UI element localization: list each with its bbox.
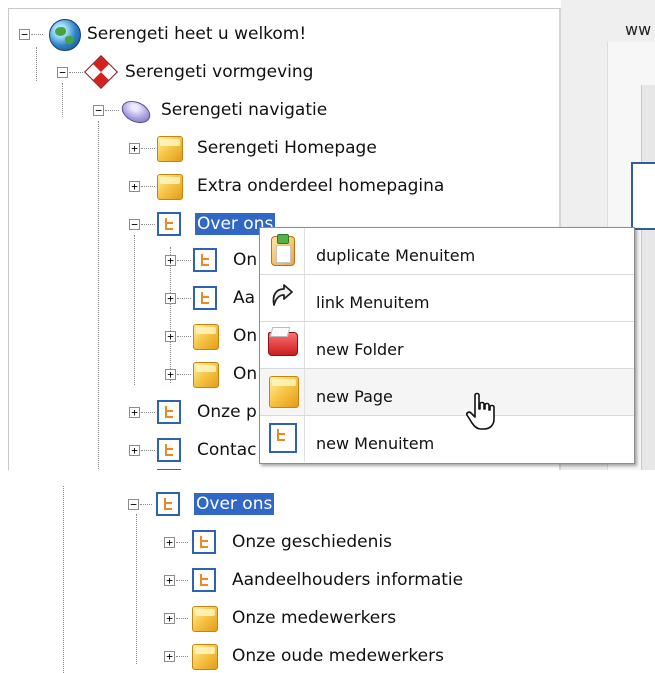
menu-item-link-menuitem[interactable]: link Menuitem: [260, 275, 634, 322]
clipboard-icon: [271, 234, 295, 266]
context-menu: duplicate Menuitem link Menuitem new Fol…: [259, 227, 635, 464]
expand-toggle[interactable]: +: [164, 575, 175, 586]
menuitem-icon: [157, 212, 181, 236]
tree-node-child[interactable]: + Onze oude medewerkers: [0, 641, 540, 671]
page-icon: [157, 136, 183, 162]
expand-toggle[interactable]: +: [165, 369, 176, 380]
tree-node-label: On: [233, 326, 258, 346]
tree-node-label: Aandeelhouders informatie: [232, 570, 464, 590]
tree-node-sibling[interactable]: + Onze p: [9, 397, 269, 427]
preview-inner-frame: [641, 85, 655, 470]
menu-item-new-folder[interactable]: new Folder: [260, 322, 634, 369]
menuitem-icon: [156, 492, 180, 516]
mouse-icon: [118, 96, 154, 128]
menu-item-label: new Menuitem: [316, 434, 435, 453]
page-icon: [192, 644, 218, 670]
tree-node-homepage[interactable]: + Serengeti Homepage: [9, 133, 429, 163]
collapse-toggle[interactable]: −: [19, 29, 30, 40]
menu-item-label: new Page: [316, 387, 393, 406]
expand-toggle[interactable]: +: [129, 407, 140, 418]
page-icon: [157, 174, 183, 200]
globe-icon: [49, 19, 81, 51]
expand-toggle[interactable]: +: [164, 651, 175, 662]
tree-node-extra[interactable]: + Extra onderdeel homepagina: [9, 171, 489, 201]
page-icon: [192, 606, 218, 632]
menu-item-label: link Menuitem: [316, 293, 430, 312]
expand-toggle[interactable]: +: [129, 445, 140, 456]
page-icon: [193, 362, 219, 388]
menuitem-icon: [193, 286, 217, 310]
tree-node-navigation[interactable]: − Serengeti navigatie: [9, 95, 369, 128]
tree-node-root[interactable]: − Serengeti heet u welkom!: [9, 19, 349, 51]
tree-node-child[interactable]: + Aandeelhouders informatie: [0, 565, 560, 595]
tree-node-label: Onze medewerkers: [232, 608, 397, 628]
tree-node-label: Serengeti vormgeving: [125, 62, 314, 82]
collapse-toggle[interactable]: −: [57, 67, 68, 78]
preview-button-frame: [631, 162, 655, 230]
page-icon: [269, 376, 299, 408]
expand-toggle[interactable]: +: [165, 293, 176, 304]
tree-node-label: Serengeti navigatie: [161, 100, 328, 120]
tree-node-about[interactable]: − Over ons: [0, 489, 320, 519]
tree-node-sibling[interactable]: + Contac: [9, 435, 269, 465]
tree-node-label: Extra onderdeel homepagina: [197, 176, 445, 196]
menu-item-label: new Folder: [316, 340, 404, 359]
url-fragment: ww: [625, 20, 652, 39]
tree-node-label: On: [233, 364, 258, 384]
expand-toggle[interactable]: +: [165, 331, 176, 342]
tree-node-design[interactable]: − Serengeti vormgeving: [9, 55, 349, 89]
menuitem-icon: [157, 438, 181, 462]
menuitem-icon: [157, 469, 181, 470]
expand-toggle[interactable]: +: [164, 613, 175, 624]
expand-toggle[interactable]: +: [165, 255, 176, 266]
menu-item-new-menuitem[interactable]: new Menuitem: [260, 416, 634, 462]
tree-node-child[interactable]: + On: [9, 359, 269, 389]
tree-node-child[interactable]: + On: [9, 245, 269, 275]
hand-pointer-icon: [466, 392, 495, 430]
menu-item-duplicate-menuitem[interactable]: duplicate Menuitem: [260, 228, 634, 275]
tree-node-label: On: [233, 250, 258, 270]
tree-node-label: Over ons: [192, 492, 276, 516]
collapse-toggle[interactable]: −: [128, 499, 139, 510]
tree-node-label: Contac: [197, 440, 257, 460]
page-icon: [193, 324, 219, 350]
menuitem-icon: [157, 400, 181, 424]
tree-node-label: Onze p: [197, 402, 257, 422]
link-arrow-icon: [268, 283, 294, 309]
tree-node-label: Onze geschiedenis: [232, 532, 392, 552]
collapse-toggle[interactable]: −: [129, 219, 140, 230]
tree-node-child[interactable]: + On: [9, 321, 269, 351]
tree-node-child[interactable]: + Onze geschiedenis: [0, 527, 520, 557]
expand-toggle[interactable]: +: [129, 143, 140, 154]
tree-node-sibling-cut: [9, 469, 209, 470]
menuitem-icon: [269, 423, 297, 453]
menu-item-label: duplicate Menuitem: [316, 246, 476, 265]
tree-screenshot-top: − Serengeti heet u welkom! − Serengeti v…: [0, 0, 655, 470]
tree-node-label: Serengeti heet u welkom!: [87, 24, 307, 44]
design-icon: [84, 55, 118, 89]
expand-toggle[interactable]: +: [129, 181, 140, 192]
expand-toggle[interactable]: +: [164, 537, 175, 548]
menuitem-icon: [192, 568, 216, 592]
tree-node-child[interactable]: + Aa: [9, 283, 269, 313]
tree-node-child[interactable]: + Onze medewerkers: [0, 603, 520, 633]
menu-item-new-page[interactable]: new Page: [260, 369, 634, 416]
folder-icon: [268, 332, 298, 356]
collapse-toggle[interactable]: −: [93, 105, 104, 116]
tree-screenshot-bottom: − Over ons + Onze geschiedenis + Aandeel…: [0, 486, 600, 673]
tree-node-label: Serengeti Homepage: [197, 138, 377, 158]
menuitem-icon: [193, 248, 217, 272]
tree-node-label: Onze oude medewerkers: [232, 646, 444, 666]
menuitem-icon: [192, 530, 216, 554]
tree-node-label: Aa: [233, 288, 256, 308]
